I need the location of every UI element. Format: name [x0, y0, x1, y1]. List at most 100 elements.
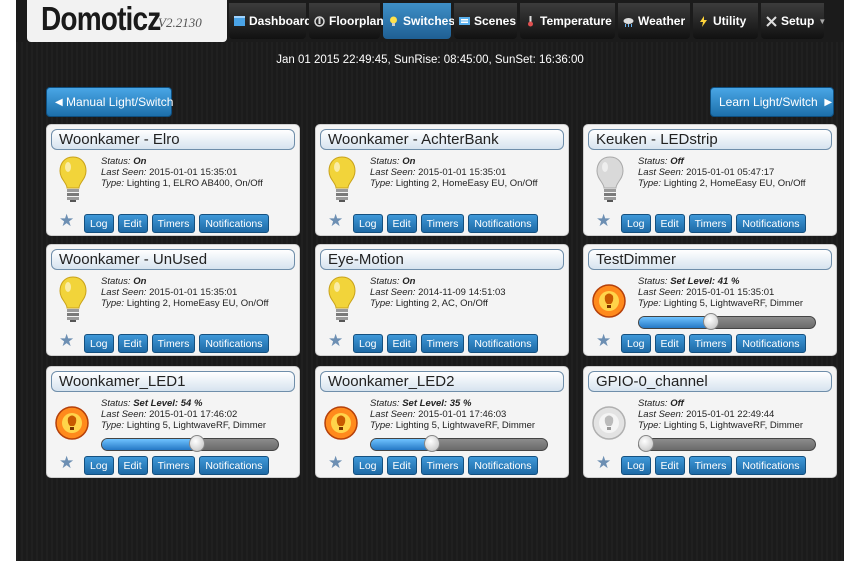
timers-button[interactable]: Timers — [420, 334, 465, 353]
notifications-button[interactable]: Notifications — [736, 214, 806, 233]
edit-button[interactable]: Edit — [386, 214, 417, 233]
weather-icon — [623, 16, 634, 27]
status-label: Status: — [370, 156, 400, 167]
log-button[interactable]: Log — [84, 456, 114, 475]
timers-button[interactable]: Timers — [151, 456, 196, 475]
favorite-star-icon[interactable]: ★ — [328, 212, 343, 229]
chevron-right-icon: ▶ — [824, 96, 833, 108]
manual-light-switch-button[interactable]: ◀ Manual Light/Switch — [46, 87, 173, 117]
status-label: Status: — [101, 276, 131, 287]
timers-button[interactable]: Timers — [688, 214, 733, 233]
utility-icon — [698, 15, 709, 27]
log-button[interactable]: Log — [353, 334, 383, 353]
last-seen-value: 2015-01-01 15:35:01 — [686, 287, 775, 298]
tab-switches[interactable]: Switches — [383, 3, 455, 39]
favorite-star-icon[interactable]: ★ — [59, 212, 74, 229]
bulb-off-icon[interactable] — [596, 155, 624, 203]
log-button[interactable]: Log — [621, 214, 651, 233]
device-name: Woonkamer - AchterBank — [320, 129, 564, 150]
log-button[interactable]: Log — [353, 214, 383, 233]
tab-scenes[interactable]: Scenes — [454, 3, 517, 39]
edit-button[interactable]: Edit — [117, 456, 148, 475]
version-label: V2.2130 — [158, 15, 202, 30]
favorite-star-icon[interactable]: ★ — [596, 454, 611, 471]
bulb-on-icon[interactable] — [59, 155, 87, 203]
slider-handle[interactable] — [424, 435, 440, 452]
tab-label: Dashboard — [249, 14, 312, 28]
edit-button[interactable]: Edit — [654, 334, 685, 353]
favorite-star-icon[interactable]: ★ — [596, 332, 611, 349]
tab-utility[interactable]: Utility — [693, 3, 758, 39]
log-button[interactable]: Log — [84, 334, 114, 353]
log-button[interactable]: Log — [353, 456, 383, 475]
floorplan-icon — [314, 15, 325, 27]
dimmer-slider[interactable] — [370, 438, 548, 451]
type-value: Lighting 2, HomeEasy EU, On/Off — [126, 298, 269, 309]
bulb-on-icon[interactable] — [328, 155, 356, 203]
timers-button[interactable]: Timers — [420, 214, 465, 233]
edit-button[interactable]: Edit — [117, 214, 148, 233]
status-value: Set Level: 54 % — [133, 398, 203, 409]
logo[interactable]: Domoticz V2.2130 — [27, 0, 227, 42]
edit-button[interactable]: Edit — [654, 456, 685, 475]
timers-button[interactable]: Timers — [688, 456, 733, 475]
edit-button[interactable]: Edit — [117, 334, 148, 353]
edit-button[interactable]: Edit — [386, 456, 417, 475]
timers-button[interactable]: Timers — [151, 214, 196, 233]
type-value: Lighting 5, LightwaveRF, Dimmer — [663, 420, 804, 431]
notifications-button[interactable]: Notifications — [736, 456, 806, 475]
bulb-on-icon[interactable] — [59, 275, 87, 323]
notifications-button[interactable]: Notifications — [199, 334, 269, 353]
notifications-button[interactable]: Notifications — [736, 334, 806, 353]
last-seen-label: Last Seen: — [638, 409, 684, 420]
edit-button[interactable]: Edit — [654, 214, 685, 233]
log-button[interactable]: Log — [84, 214, 114, 233]
bulb-on-icon[interactable] — [328, 275, 356, 323]
notifications-button[interactable]: Notifications — [468, 214, 538, 233]
status-label: Status: — [101, 398, 131, 409]
last-seen-label: Last Seen: — [638, 167, 684, 178]
log-button[interactable]: Log — [621, 334, 651, 353]
slider-handle[interactable] — [703, 313, 719, 330]
tab-weather[interactable]: Weather — [618, 3, 690, 39]
slider-handle[interactable] — [189, 435, 205, 452]
favorite-star-icon[interactable]: ★ — [59, 332, 74, 349]
notifications-button[interactable]: Notifications — [199, 214, 269, 233]
dimmer-on-icon[interactable] — [55, 403, 89, 443]
chevron-left-icon: ◀ — [55, 96, 63, 108]
type-value: Lighting 5, LightwaveRF, Dimmer — [395, 420, 536, 431]
tab-floorplan[interactable]: Floorplan — [309, 3, 384, 39]
timers-button[interactable]: Timers — [688, 334, 733, 353]
scenes-icon — [459, 16, 470, 27]
device-info: Status: Set Level: 41 % Last Seen: 2015-0… — [638, 276, 803, 309]
edit-button[interactable]: Edit — [386, 334, 417, 353]
device-card: Eye-Motion Status: On Last Seen: 2014-11-0… — [315, 244, 569, 356]
type-value: Lighting 2, HomeEasy EU, On/Off — [663, 178, 806, 189]
timers-button[interactable]: Timers — [151, 334, 196, 353]
learn-light-switch-button[interactable]: Learn Light/Switch ▶ — [710, 87, 834, 117]
dimmer-on-icon[interactable] — [592, 281, 626, 321]
favorite-star-icon[interactable]: ★ — [328, 332, 343, 349]
dimmer-slider[interactable] — [638, 316, 816, 329]
notifications-button[interactable]: Notifications — [468, 334, 538, 353]
slider-handle[interactable] — [638, 435, 654, 452]
favorite-star-icon[interactable]: ★ — [596, 212, 611, 229]
status-value: Set Level: 41 % — [670, 276, 740, 287]
dimmer-on-icon[interactable] — [324, 403, 358, 443]
sun-info: Jan 01 2015 22:49:45, SunRise: 08:45:00,… — [276, 54, 584, 66]
tab-setup[interactable]: Setup ▼ — [761, 3, 826, 39]
tab-temperature[interactable]: Temperature — [520, 3, 615, 39]
type-value: Lighting 2, HomeEasy EU, On/Off — [395, 178, 538, 189]
slider-fill — [102, 439, 198, 450]
favorite-star-icon[interactable]: ★ — [59, 454, 74, 471]
device-info: Status: Set Level: 54 % Last Seen: 2015-0… — [101, 398, 266, 431]
dimmer-off-icon[interactable] — [592, 403, 626, 443]
log-button[interactable]: Log — [621, 456, 651, 475]
tab-dashboard[interactable]: Dashboard — [229, 3, 312, 39]
notifications-button[interactable]: Notifications — [468, 456, 538, 475]
dimmer-slider[interactable] — [638, 438, 816, 451]
favorite-star-icon[interactable]: ★ — [328, 454, 343, 471]
notifications-button[interactable]: Notifications — [199, 456, 269, 475]
status-value: Off — [670, 156, 684, 167]
timers-button[interactable]: Timers — [420, 456, 465, 475]
